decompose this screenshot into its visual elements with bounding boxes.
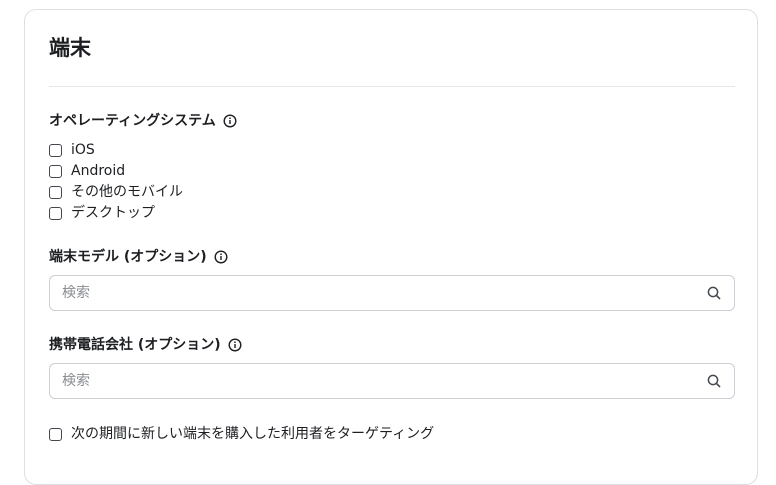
card-title: 端末: [49, 36, 91, 60]
divider: [49, 86, 735, 87]
device-model-section-label: 端末モデル (オプション): [49, 247, 228, 267]
os-option-other-mobile[interactable]: その他のモバイル: [49, 182, 183, 202]
checkbox[interactable]: [49, 143, 62, 157]
carrier-label: 携帯電話会社 (オプション): [49, 337, 221, 353]
search-icon[interactable]: [706, 373, 722, 389]
os-option-desktop[interactable]: デスクトップ: [49, 203, 155, 223]
carrier-search-box: [49, 363, 735, 399]
os-label: オペレーティングシステム: [49, 113, 216, 129]
device-model-search-box: [49, 275, 735, 311]
search-icon[interactable]: [706, 285, 722, 301]
carrier-search-input[interactable]: [50, 364, 706, 398]
os-option-android[interactable]: Android: [49, 161, 125, 181]
info-icon[interactable]: [214, 250, 228, 264]
os-section-label: オペレーティングシステム: [49, 111, 237, 131]
new-device-targeting-option[interactable]: 次の期間に新しい端末を購入した利用者をターゲティング: [49, 424, 434, 444]
new-device-targeting-label: 次の期間に新しい端末を購入した利用者をターゲティング: [71, 426, 435, 442]
device-model-search-input[interactable]: [50, 276, 706, 310]
device-card: 端末 オペレーティングシステム iOS Android その他のモバイル デスク…: [24, 9, 758, 485]
os-option-ios[interactable]: iOS: [49, 140, 95, 160]
os-option-label: Android: [71, 163, 126, 179]
checkbox[interactable]: [49, 185, 62, 199]
carrier-section-label: 携帯電話会社 (オプション): [49, 335, 242, 355]
os-option-label: デスクトップ: [71, 205, 155, 221]
os-option-label: iOS: [71, 142, 95, 158]
checkbox[interactable]: [49, 164, 62, 178]
info-icon[interactable]: [223, 114, 237, 128]
checkbox[interactable]: [49, 427, 62, 441]
device-model-label: 端末モデル (オプション): [49, 249, 207, 265]
checkbox[interactable]: [49, 206, 62, 220]
info-icon[interactable]: [228, 338, 242, 352]
os-option-label: その他のモバイル: [71, 184, 183, 200]
